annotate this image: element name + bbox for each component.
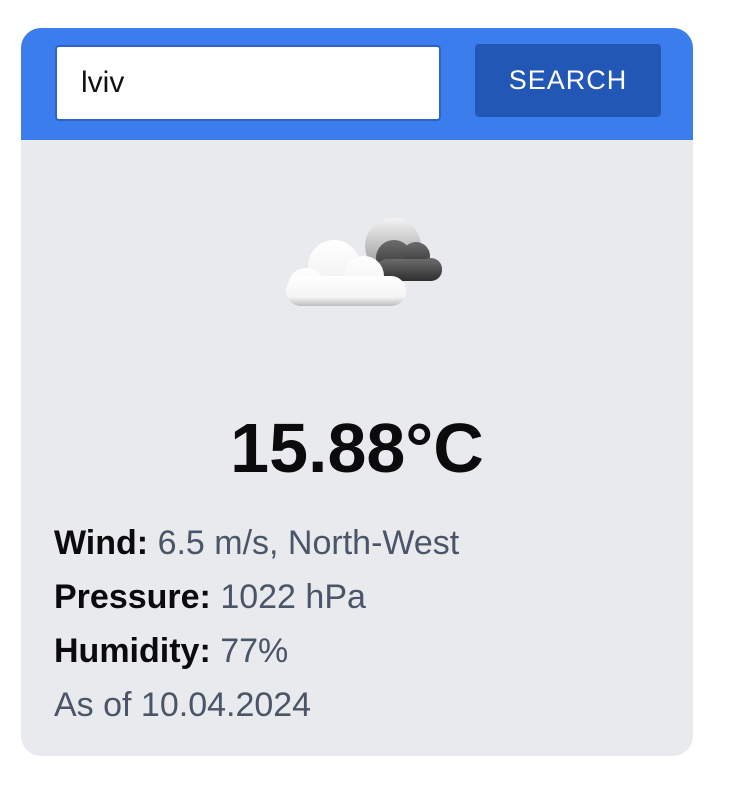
- weather-details: Wind: 6.5 m/s, North-West Pressure: 1022…: [54, 516, 674, 732]
- wind-row: Wind: 6.5 m/s, North-West: [54, 516, 674, 570]
- wind-value: 6.5 m/s, North-West: [157, 524, 460, 562]
- pressure-label: Pressure:: [54, 578, 211, 616]
- weather-card: SEARCH: [21, 28, 693, 756]
- search-button[interactable]: SEARCH: [475, 44, 661, 117]
- temperature-value: 15.88°C: [230, 409, 484, 487]
- partly-cloudy-icon: [286, 218, 442, 306]
- search-input[interactable]: [55, 45, 441, 121]
- pressure-row: Pressure: 1022 hPa: [54, 570, 674, 624]
- as-of-date: As of 10.04.2024: [54, 686, 312, 724]
- wind-label: Wind:: [54, 524, 149, 562]
- humidity-row: Humidity: 77%: [54, 624, 674, 678]
- search-bar: SEARCH: [21, 28, 693, 140]
- humidity-label: Humidity:: [54, 632, 211, 670]
- humidity-value: 77%: [220, 632, 289, 670]
- pressure-value: 1022 hPa: [220, 578, 366, 616]
